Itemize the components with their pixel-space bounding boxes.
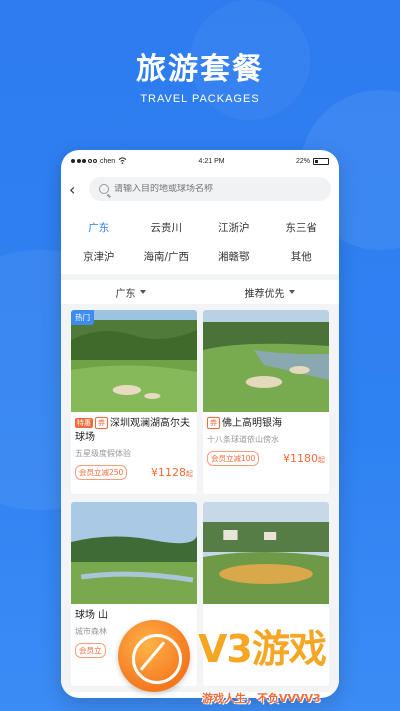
status-bar: chen 4:21 PM 22%: [61, 150, 339, 172]
signal-icon: [71, 159, 97, 163]
battery-icon: [313, 157, 329, 165]
search-row: ‹: [61, 172, 339, 206]
search-bar[interactable]: [89, 177, 331, 201]
caret-down-icon: [288, 290, 295, 294]
filter-bar: 广东 推荐优先: [61, 274, 339, 304]
hero-title: 旅游套餐: [136, 52, 264, 87]
region-jingjinhu[interactable]: 京津沪: [65, 249, 133, 264]
back-arrow-icon[interactable]: ‹: [69, 180, 81, 199]
coupon-tag: 券: [207, 417, 220, 429]
coupon-tag: 券: [95, 417, 108, 429]
battery-percent: 22%: [295, 157, 310, 165]
hero-subtitle: TRAVEL PACKAGES: [140, 93, 260, 105]
member-coupon: 会员立减250: [75, 465, 128, 480]
card-title: 球场 山: [75, 610, 109, 621]
region-other[interactable]: 其他: [268, 249, 336, 264]
status-time: 4:21 PM: [198, 157, 225, 165]
region-filter-dropdown[interactable]: 广东: [61, 285, 200, 300]
card-price: ¥1128起: [151, 466, 193, 479]
card-title-row: 特惠券深圳观澜湖高尔夫球场: [75, 417, 193, 445]
sort-filter-label: 推荐优先: [244, 288, 285, 300]
card-price: ¥1180起: [283, 452, 325, 465]
region-hainan-guangxi[interactable]: 海南/广西: [133, 249, 201, 264]
card-desc: 十八条球道依山傍水: [207, 435, 279, 444]
caret-down-icon: [139, 290, 146, 294]
search-input[interactable]: [114, 184, 294, 194]
card-desc: 五星级度假体验: [75, 449, 131, 458]
region-xiangganer[interactable]: 湘赣鄂: [200, 249, 268, 264]
sort-filter-dropdown[interactable]: 推荐优先: [200, 285, 339, 300]
phone-screen: chen 4:21 PM 22% ‹ 广东 云贵川 江浙沪 东三省 京津沪 海南…: [61, 150, 339, 698]
course-photo: 热门: [71, 310, 197, 412]
region-filter-label: 广东: [115, 288, 136, 300]
region-jiangzhehu[interactable]: 江浙沪: [200, 220, 268, 235]
region-guangdong[interactable]: 广东: [65, 220, 133, 235]
course-photo: [203, 502, 329, 604]
v3-logo-icon: [118, 620, 190, 692]
carrier-label: chen: [100, 157, 116, 165]
package-card[interactable]: 券佛上高明银海 十八条球道依山傍水 会员立减100 ¥1180起: [203, 310, 329, 494]
card-title: 佛上高明银海: [222, 418, 282, 429]
region-yunguichuan[interactable]: 云贵川: [133, 220, 201, 235]
card-title-row: 券佛上高明银海: [207, 417, 325, 431]
brand-slogan: 游戏人生，不负VVVV3: [202, 692, 321, 705]
discount-tag: 特惠: [75, 418, 93, 428]
wifi-icon: [118, 156, 127, 166]
member-coupon: 会员立减100: [207, 451, 260, 466]
course-photo: [71, 502, 197, 604]
hot-badge: 热门: [71, 310, 94, 325]
region-dongsansheng[interactable]: 东三省: [268, 220, 336, 235]
course-photo: [203, 310, 329, 412]
region-tabs: 广东 云贵川 江浙沪 东三省 京津沪 海南/广西 湘赣鄂 其他: [61, 206, 339, 274]
member-coupon: 会员立: [75, 643, 106, 658]
brand-name: V3游戏: [198, 627, 327, 671]
search-icon: [99, 184, 109, 194]
package-card[interactable]: 热门 特惠券深圳观澜湖高尔夫球场 五星级度假体验 会员立减250 ¥1128起: [71, 310, 197, 494]
